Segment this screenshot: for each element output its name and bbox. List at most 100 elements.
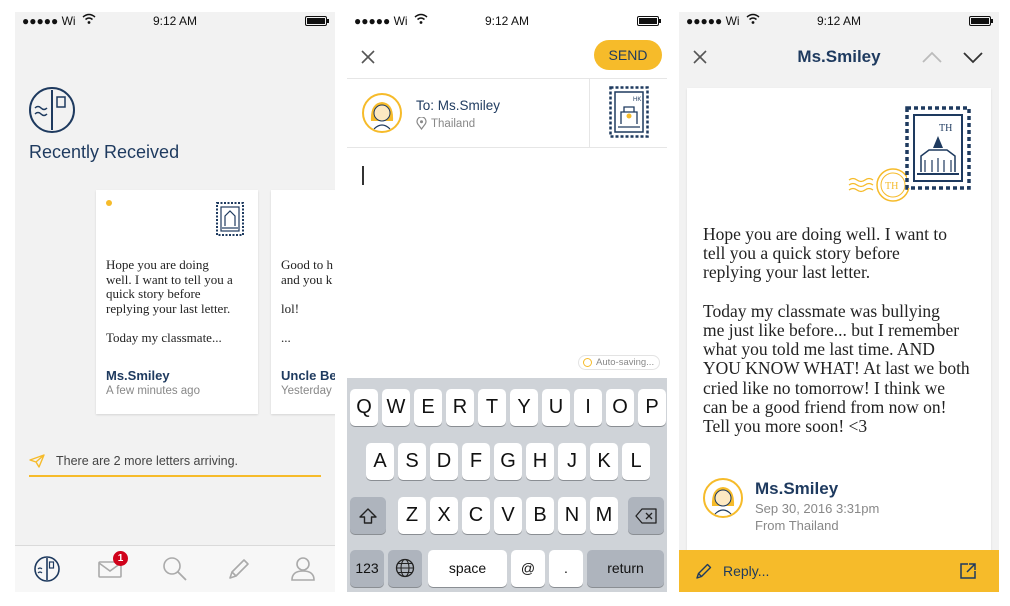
- key-x[interactable]: X: [430, 497, 458, 534]
- key-a[interactable]: A: [366, 443, 394, 480]
- letterbox-logo-icon: [29, 87, 75, 133]
- key-q[interactable]: Q: [350, 389, 378, 426]
- chevron-down-icon[interactable]: [963, 50, 983, 64]
- key-k[interactable]: K: [590, 443, 618, 480]
- key-w[interactable]: W: [382, 389, 410, 426]
- compose-screen: ●●●●● Wi 9:12 AM SEND To: Ms.Smiley Thai…: [347, 12, 667, 592]
- key-i[interactable]: I: [574, 389, 602, 426]
- page-title: Ms.Smiley: [797, 47, 881, 66]
- tab-mail[interactable]: 1: [97, 551, 128, 583]
- letter-preview: Good to h and you k lol! ...: [281, 257, 333, 345]
- tab-letterbox[interactable]: [33, 555, 61, 583]
- stamp-code: TH: [939, 123, 952, 134]
- pencil-icon: [696, 563, 712, 579]
- recipient-bar[interactable]: To: Ms.Smiley Thailand HK: [347, 78, 667, 148]
- stamp-icon: TH: [905, 106, 971, 190]
- backspace-icon: [635, 508, 657, 524]
- key-z[interactable]: Z: [398, 497, 426, 534]
- tab-profile[interactable]: [289, 555, 317, 583]
- tab-search[interactable]: [161, 555, 189, 583]
- letter-time: Yesterday: [281, 385, 332, 397]
- key-h[interactable]: H: [526, 443, 554, 480]
- letter-card[interactable]: Hope you are doing well. I want to tell …: [96, 190, 258, 414]
- reply-label: Reply...: [723, 563, 770, 579]
- battery-icon: [637, 16, 661, 26]
- letter-time: A few minutes ago: [106, 385, 200, 397]
- key-g[interactable]: G: [494, 443, 522, 480]
- globe-key[interactable]: [388, 550, 422, 587]
- key-d[interactable]: D: [430, 443, 458, 480]
- key-t[interactable]: T: [478, 389, 506, 426]
- key-m[interactable]: M: [590, 497, 618, 534]
- tab-write[interactable]: [225, 555, 253, 583]
- letterbox-icon: [34, 556, 60, 582]
- clock: 9:12 AM: [484, 14, 530, 28]
- globe-icon: [395, 558, 415, 578]
- return-key[interactable]: return: [587, 550, 664, 587]
- recipient-name: To: Ms.Smiley: [416, 98, 501, 113]
- key-e[interactable]: E: [414, 389, 442, 426]
- numbers-key[interactable]: 123: [350, 550, 384, 587]
- unread-badge: 1: [113, 551, 128, 566]
- share-icon[interactable]: [959, 562, 977, 580]
- recipient-country: Thailand: [431, 118, 476, 130]
- key-n[interactable]: N: [558, 497, 586, 534]
- stamp-code: HK: [633, 97, 641, 103]
- key-v[interactable]: V: [494, 497, 522, 534]
- stamp-icon[interactable]: HK: [609, 86, 649, 138]
- clock: 9:12 AM: [152, 14, 198, 28]
- letter-date: Sep 30, 2016 3:31pm: [755, 501, 880, 516]
- key-j[interactable]: J: [558, 443, 586, 480]
- key-b[interactable]: B: [526, 497, 554, 534]
- location-pin-icon: [416, 117, 427, 130]
- chevron-up-icon[interactable]: [922, 50, 942, 64]
- reply-button[interactable]: Reply...: [679, 550, 999, 592]
- send-button[interactable]: SEND: [594, 40, 662, 70]
- reader-screen: ●●●●● Wi 9:12 AM Ms.Smiley TH TH Hope yo…: [679, 12, 999, 592]
- battery-icon: [969, 16, 993, 26]
- backspace-key[interactable]: [628, 497, 664, 534]
- shift-icon: [359, 508, 377, 524]
- profile-icon: [291, 557, 315, 581]
- key-r[interactable]: R: [446, 389, 474, 426]
- paper-plane-icon: [29, 454, 45, 468]
- letter-body: Hope you are doing well. I want to tell …: [703, 224, 970, 437]
- arriving-notice[interactable]: There are 2 more letters arriving.: [29, 452, 321, 477]
- unread-dot: [106, 200, 112, 206]
- keyboard: Q W E R T Y U I O P A S D F G H J K L Z …: [347, 378, 667, 592]
- space-key[interactable]: space: [428, 550, 507, 587]
- notice-text: There are 2 more letters arriving.: [56, 454, 239, 468]
- dot-key[interactable]: .: [549, 550, 583, 587]
- page-title: Recently Received: [29, 142, 180, 162]
- key-p[interactable]: P: [638, 389, 666, 426]
- letter-card[interactable]: Good to h and you k lol! ... Uncle Be Ye…: [271, 190, 335, 414]
- clock: 9:12 AM: [816, 14, 862, 28]
- status-bar: ●●●●● Wi 9:12 AM: [347, 12, 667, 30]
- letter-origin: From Thailand: [755, 518, 839, 533]
- battery-icon: [305, 16, 329, 26]
- postmark-code: TH: [885, 181, 898, 192]
- shift-key[interactable]: [350, 497, 386, 534]
- search-icon: [163, 557, 187, 581]
- at-key[interactable]: @: [511, 550, 545, 587]
- key-l[interactable]: L: [622, 443, 650, 480]
- letter-sender: Uncle Be: [281, 368, 335, 383]
- stamp-icon: [216, 202, 244, 236]
- close-icon[interactable]: [361, 50, 375, 64]
- letter-preview: Hope you are doing well. I want to tell …: [106, 257, 233, 345]
- letter-sheet: TH TH Hope you are doing well. I want to…: [687, 88, 991, 550]
- key-u[interactable]: U: [542, 389, 570, 426]
- inbox-screen: ●●●●● Wi 9:12 AM Recently Received Hope …: [15, 12, 335, 592]
- status-bar: ●●●●● Wi 9:12 AM: [679, 12, 999, 30]
- avatar: [362, 93, 402, 133]
- key-s[interactable]: S: [398, 443, 426, 480]
- letter-sender: Ms.Smiley: [755, 479, 839, 498]
- key-o[interactable]: O: [606, 389, 634, 426]
- text-cursor[interactable]: [362, 166, 364, 185]
- key-c[interactable]: C: [462, 497, 490, 534]
- status-bar: ●●●●● Wi 9:12 AM: [15, 12, 335, 30]
- pencil-icon: [229, 559, 249, 579]
- letter-sender: Ms.Smiley: [106, 368, 170, 383]
- key-f[interactable]: F: [462, 443, 490, 480]
- key-y[interactable]: Y: [510, 389, 538, 426]
